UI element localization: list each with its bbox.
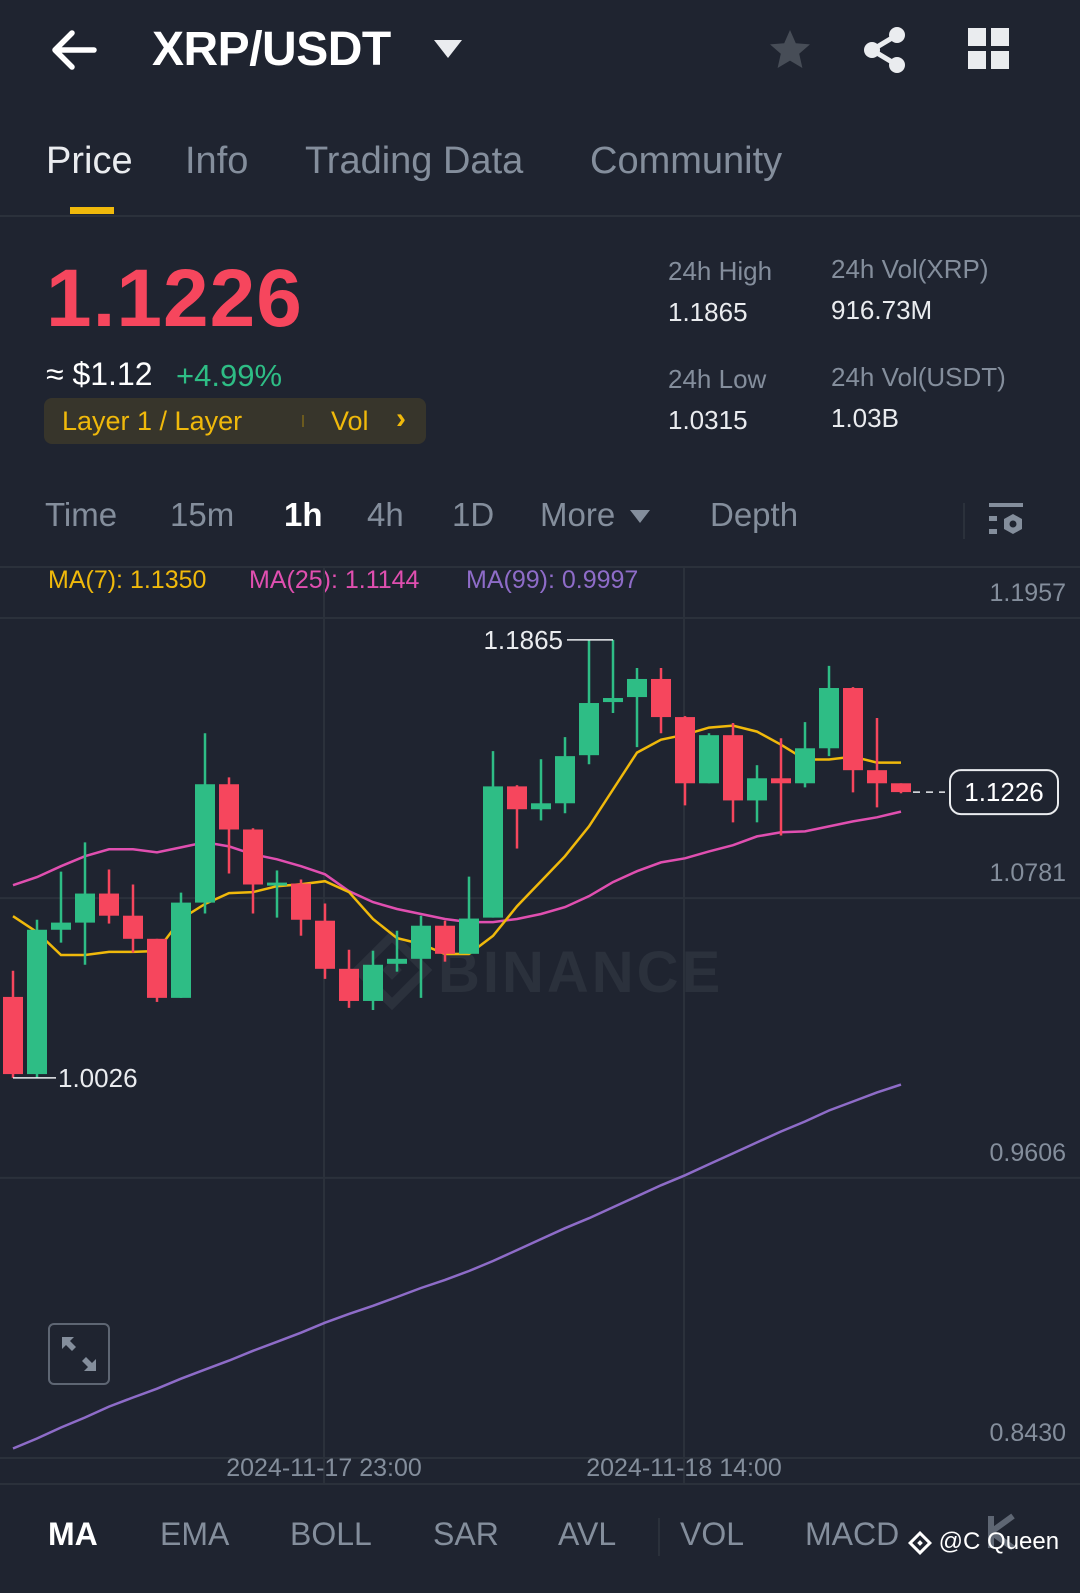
y-axis-tick-label: 0.8430 <box>990 1419 1066 1447</box>
candle-body <box>603 698 623 703</box>
y-axis-tick-label: 1.0781 <box>990 859 1066 887</box>
indicator-ma[interactable]: MA <box>48 1516 98 1553</box>
indicator-vol[interactable]: VOL <box>680 1516 744 1553</box>
candle-body <box>195 784 215 903</box>
candle-bearish <box>219 777 239 874</box>
candle-bearish <box>723 723 743 823</box>
candle-body <box>147 938 167 998</box>
chart-bottom-divider <box>0 1483 1080 1485</box>
candle-body <box>75 893 95 923</box>
candle-bullish <box>459 876 479 954</box>
candle-bullish <box>555 737 575 814</box>
binance-logo-icon <box>907 1530 933 1555</box>
candle-body <box>579 703 599 756</box>
candle-body <box>675 717 695 784</box>
candle-body <box>435 925 455 954</box>
candle-bullish <box>27 919 47 1078</box>
indicator-divider <box>658 1518 660 1556</box>
candle-bullish <box>819 665 839 757</box>
x-axis-time-label: 2024-11-18 14:00 <box>586 1454 782 1482</box>
candle-body <box>651 678 671 718</box>
candle-bullish <box>699 733 719 784</box>
last-price-label: 1.1226 <box>964 777 1044 807</box>
candle-bearish <box>315 903 335 979</box>
candle-body <box>291 883 311 920</box>
candle-body <box>699 735 719 784</box>
candle-body <box>51 922 71 930</box>
candle-bearish <box>771 738 791 836</box>
candle-bullish <box>483 751 503 918</box>
candle-body <box>795 748 815 784</box>
candle-bullish <box>795 722 815 788</box>
candle-body <box>387 958 407 964</box>
candle-body <box>3 996 23 1075</box>
candle-bullish <box>267 870 287 918</box>
candle-body <box>483 786 503 918</box>
candle-bearish <box>675 716 695 806</box>
candle-body <box>723 735 743 801</box>
candle-bearish <box>507 785 527 849</box>
candle-body <box>531 803 551 810</box>
candle-body <box>747 778 767 801</box>
low-marker-label: 1.0026 <box>58 1063 138 1093</box>
candle-bullish <box>603 639 623 714</box>
candle-body <box>627 678 647 698</box>
candle-body <box>171 902 191 998</box>
ma99-line <box>12 1083 902 1450</box>
candle-bullish <box>579 639 599 765</box>
candle-bearish <box>243 828 263 914</box>
candle-bullish <box>171 892 191 998</box>
y-axis-tick-label: 1.1957 <box>990 579 1066 607</box>
candle-bearish <box>651 668 671 734</box>
candle-body <box>99 893 119 916</box>
indicator-sar[interactable]: SAR <box>433 1516 499 1553</box>
candle-bearish <box>339 949 359 1008</box>
credit-text: @C Queen <box>938 1528 1060 1555</box>
candle-bearish <box>99 869 119 924</box>
candle-bearish <box>147 938 167 1002</box>
candle-bearish <box>891 783 911 794</box>
indicator-ema[interactable]: EMA <box>160 1516 229 1553</box>
expand-icon <box>62 1337 96 1371</box>
candle-bullish <box>531 759 551 821</box>
indicator-boll[interactable]: BOLL <box>290 1516 372 1553</box>
candle-body <box>891 783 911 793</box>
binance-watermark: BINANCE <box>438 940 723 1005</box>
candle-bullish <box>195 733 215 914</box>
candle-body <box>459 918 479 954</box>
candle-body <box>339 968 359 1001</box>
candle-bearish <box>123 884 143 953</box>
candle-body <box>555 756 575 804</box>
candle-body <box>867 770 887 784</box>
candlestick-chart[interactable]: BINANCE 1.1957 1.0781 0.9606 0.8430 2024-11-… <box>0 0 1080 1593</box>
candle-bearish <box>3 970 23 1078</box>
y-axis-tick-label: 0.9606 <box>990 1139 1066 1167</box>
candle-body <box>843 688 863 771</box>
high-marker-label: 1.1865 <box>483 625 563 655</box>
candle-body <box>267 882 287 886</box>
candle-body <box>819 688 839 749</box>
candle-bullish <box>51 871 71 943</box>
candle-body <box>315 920 335 969</box>
candle-body <box>771 778 791 784</box>
candle-body <box>411 925 431 959</box>
chart-canvas[interactable]: BINANCE 1.1957 1.0781 0.9606 0.8430 2024-11-… <box>0 0 1080 1593</box>
candle-body <box>27 929 47 1075</box>
candle-bearish <box>843 687 863 793</box>
fullscreen-button[interactable] <box>48 1323 110 1385</box>
x-axis-time-label: 2024-11-17 23:00 <box>226 1454 422 1482</box>
candle-body <box>243 829 263 885</box>
candle-body <box>363 964 383 1001</box>
candle-bullish <box>747 765 767 823</box>
candle-bearish <box>291 879 311 936</box>
indicator-avl[interactable]: AVL <box>558 1516 616 1553</box>
candle-body <box>507 786 527 810</box>
candle-body <box>123 915 143 939</box>
indicator-macd[interactable]: MACD <box>805 1516 899 1553</box>
ma25-line <box>12 810 902 924</box>
candle-bullish <box>627 668 647 748</box>
credit-watermark: @C Queen <box>907 1528 1060 1556</box>
candle-bullish <box>75 842 95 965</box>
candle-body <box>219 784 239 830</box>
